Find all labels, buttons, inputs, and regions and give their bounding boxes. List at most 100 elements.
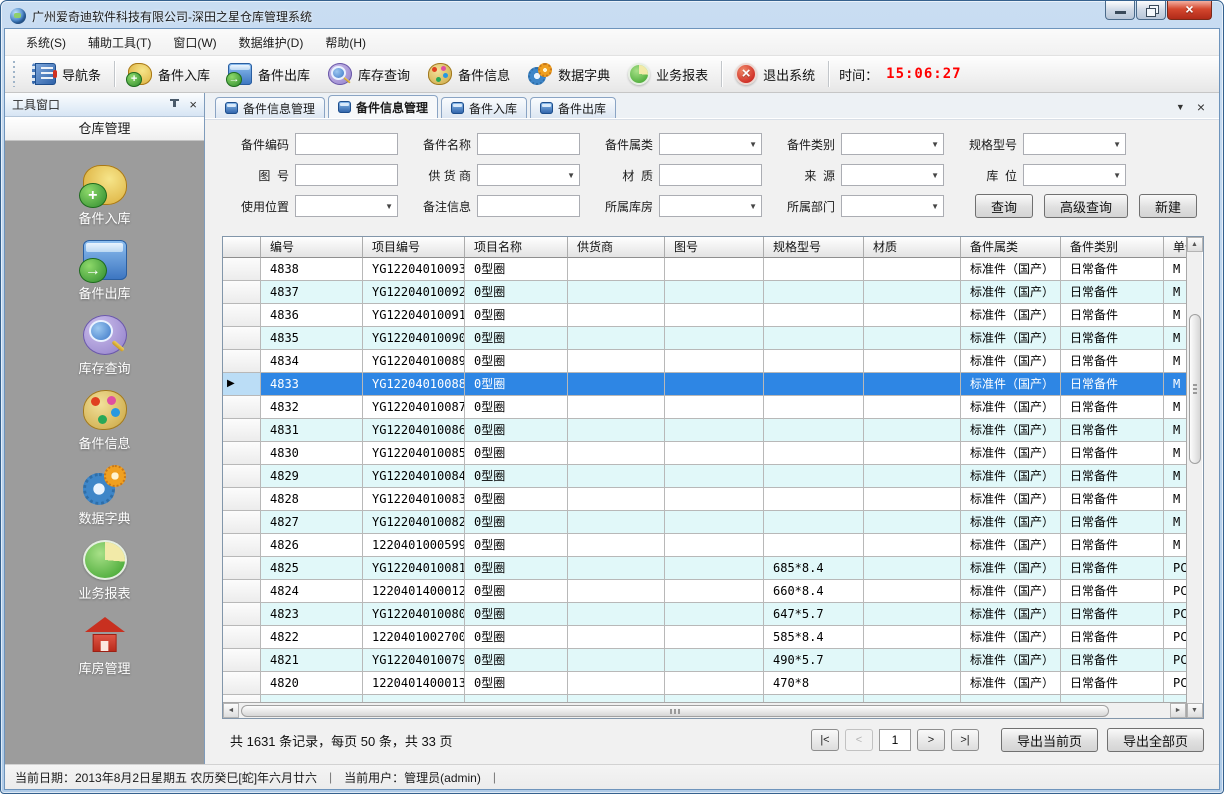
table-row[interactable]: 482012204014000130型圈470*8标准件（国产）日常备件PC bbox=[223, 672, 1186, 695]
row-selector[interactable] bbox=[223, 304, 261, 327]
restore-button[interactable] bbox=[1136, 1, 1166, 20]
next-page-button[interactable]: > bbox=[917, 729, 945, 751]
row-selector[interactable] bbox=[223, 580, 261, 603]
grid-header-规格型号[interactable]: 规格型号 bbox=[764, 237, 864, 258]
grid-header-供货商[interactable]: 供货商 bbox=[568, 237, 665, 258]
row-selector[interactable] bbox=[223, 672, 261, 695]
table-row[interactable]: 4825YG122040100810型圈685*8.4标准件（国产）日常备件PC bbox=[223, 557, 1186, 580]
advanced-query-button[interactable]: 高级查询 bbox=[1044, 194, 1128, 218]
sidebar-item-inventory-query[interactable]: 库存查询 bbox=[5, 315, 204, 377]
grid-header-单位[interactable]: 单位 bbox=[1164, 237, 1186, 258]
table-row[interactable]: 4823YG122040100800型圈647*5.7标准件（国产）日常备件PC bbox=[223, 603, 1186, 626]
close-button[interactable] bbox=[1167, 1, 1212, 20]
menu-item[interactable]: 帮助(H) bbox=[314, 29, 377, 56]
scroll-left-icon[interactable]: ◄ bbox=[223, 703, 239, 718]
tab-0[interactable]: 备件信息管理 bbox=[215, 97, 325, 118]
sidebar-item-warehouse-manage[interactable]: 库房管理 bbox=[5, 615, 204, 677]
table-row[interactable]: 4831YG122040100860型圈标准件（国产）日常备件M bbox=[223, 419, 1186, 442]
table-row[interactable]: 4837YG122040100920型圈标准件（国产）日常备件M bbox=[223, 281, 1186, 304]
field-input[interactable] bbox=[295, 164, 398, 186]
row-selector[interactable]: ▶ bbox=[223, 373, 261, 396]
field-input[interactable] bbox=[477, 195, 580, 217]
row-selector[interactable] bbox=[223, 488, 261, 511]
row-selector[interactable] bbox=[223, 649, 261, 672]
row-selector[interactable] bbox=[223, 258, 261, 281]
field-dropdown[interactable] bbox=[659, 195, 762, 217]
toolbar-button-stock-in[interactable]: 备件入库 bbox=[119, 60, 219, 88]
row-selector[interactable] bbox=[223, 557, 261, 580]
grid-header-项目编号[interactable]: 项目编号 bbox=[363, 237, 465, 258]
field-dropdown[interactable] bbox=[841, 195, 944, 217]
table-row[interactable]: 482612204010005990型圈标准件（国产）日常备件M bbox=[223, 534, 1186, 557]
tab-close-icon[interactable]: × bbox=[1197, 100, 1205, 114]
first-page-button[interactable]: |< bbox=[811, 729, 839, 751]
scroll-right-icon[interactable]: ► bbox=[1170, 703, 1186, 718]
table-row[interactable]: 4830YG122040100850型圈标准件（国产）日常备件M bbox=[223, 442, 1186, 465]
toolbar-button-parts-info[interactable]: 备件信息 bbox=[419, 60, 519, 88]
query-button[interactable]: 查询 bbox=[975, 194, 1033, 218]
table-row[interactable]: 4838YG122040100930型圈标准件（国产）日常备件M bbox=[223, 258, 1186, 281]
tab-1[interactable]: 备件信息管理 bbox=[328, 95, 438, 118]
toolbar-grip[interactable] bbox=[13, 61, 17, 87]
tab-2[interactable]: 备件入库 bbox=[441, 97, 527, 118]
toolbar-button-data-dictionary[interactable]: 数据字典 bbox=[519, 60, 619, 88]
field-input[interactable] bbox=[477, 133, 580, 155]
menu-item[interactable]: 系统(S) bbox=[15, 29, 77, 56]
vertical-scroll-thumb[interactable] bbox=[1189, 314, 1201, 464]
scroll-up-icon[interactable]: ▲ bbox=[1187, 237, 1203, 252]
table-row[interactable]: 4828YG122040100830型圈标准件（国产）日常备件M bbox=[223, 488, 1186, 511]
sidebar-close-icon[interactable]: × bbox=[189, 98, 197, 111]
tab-list-dropdown-icon[interactable]: ▼ bbox=[1176, 102, 1185, 112]
toolbar-button-business-report[interactable]: 业务报表 bbox=[619, 60, 717, 88]
row-selector[interactable] bbox=[223, 626, 261, 649]
row-selector[interactable] bbox=[223, 603, 261, 626]
row-selector[interactable] bbox=[223, 442, 261, 465]
row-selector[interactable] bbox=[223, 465, 261, 488]
field-dropdown[interactable] bbox=[841, 133, 944, 155]
table-row[interactable]: ▶4833YG122040100880型圈标准件（国产）日常备件M bbox=[223, 373, 1186, 396]
sidebar-item-stock-in[interactable]: 备件入库 bbox=[5, 165, 204, 227]
vertical-scrollbar[interactable]: ▲ ▼ bbox=[1186, 237, 1202, 718]
horizontal-scroll-thumb[interactable] bbox=[241, 705, 1109, 717]
table-row[interactable]: 4821YG122040100790型圈490*5.7标准件（国产）日常备件PC bbox=[223, 649, 1186, 672]
table-row[interactable]: 4832YG122040100870型圈标准件（国产）日常备件M bbox=[223, 396, 1186, 419]
sidebar-section-title[interactable]: 仓库管理 bbox=[5, 117, 204, 141]
row-selector[interactable] bbox=[223, 419, 261, 442]
toolbar-button-stock-out[interactable]: 备件出库 bbox=[219, 60, 319, 88]
table-row[interactable]: 4835YG122040100900型圈标准件（国产）日常备件M bbox=[223, 327, 1186, 350]
sidebar-item-parts-info[interactable]: 备件信息 bbox=[5, 390, 204, 452]
table-row[interactable]: 4836YG122040100910型圈标准件（国产）日常备件M bbox=[223, 304, 1186, 327]
horizontal-scrollbar[interactable]: ◄ ► bbox=[223, 702, 1186, 718]
menu-item[interactable]: 窗口(W) bbox=[162, 29, 227, 56]
export-all-pages-button[interactable]: 导出全部页 bbox=[1107, 728, 1204, 752]
field-dropdown[interactable] bbox=[1023, 133, 1126, 155]
table-row[interactable]: 4829YG122040100840型圈标准件（国产）日常备件M bbox=[223, 465, 1186, 488]
row-selector[interactable] bbox=[223, 534, 261, 557]
field-input[interactable] bbox=[659, 164, 762, 186]
row-selector[interactable] bbox=[223, 396, 261, 419]
new-button[interactable]: 新建 bbox=[1139, 194, 1197, 218]
grid-header-编号[interactable]: 编号 bbox=[261, 237, 363, 258]
row-selector[interactable] bbox=[223, 281, 261, 304]
minimize-button[interactable] bbox=[1105, 1, 1135, 20]
scroll-down-icon[interactable]: ▼ bbox=[1187, 703, 1203, 718]
last-page-button[interactable]: >| bbox=[951, 729, 979, 751]
grid-header-备件属类[interactable]: 备件属类 bbox=[961, 237, 1061, 258]
sidebar-item-business-report[interactable]: 业务报表 bbox=[5, 540, 204, 602]
row-selector[interactable] bbox=[223, 327, 261, 350]
table-row[interactable]: 482212204010027000型圈585*8.4标准件（国产）日常备件PC bbox=[223, 626, 1186, 649]
field-dropdown[interactable] bbox=[477, 164, 580, 186]
pin-icon[interactable] bbox=[169, 99, 179, 111]
table-row[interactable]: 4834YG122040100890型圈标准件（国产）日常备件M bbox=[223, 350, 1186, 373]
field-dropdown[interactable] bbox=[295, 195, 398, 217]
toolbar-button-exit-system[interactable]: 退出系统 bbox=[726, 60, 824, 88]
page-number-input[interactable] bbox=[879, 729, 911, 751]
row-selector[interactable] bbox=[223, 695, 261, 702]
table-row[interactable]: 4827YG122040100820型圈标准件（国产）日常备件M bbox=[223, 511, 1186, 534]
tab-3[interactable]: 备件出库 bbox=[530, 97, 616, 118]
toolbar-button-navbar[interactable]: 导航条 bbox=[23, 60, 110, 88]
table-row[interactable] bbox=[223, 695, 1186, 702]
grid-header-项目名称[interactable]: 项目名称 bbox=[465, 237, 568, 258]
row-selector[interactable] bbox=[223, 350, 261, 373]
table-row[interactable]: 482412204014000120型圈660*8.4标准件（国产）日常备件PC bbox=[223, 580, 1186, 603]
